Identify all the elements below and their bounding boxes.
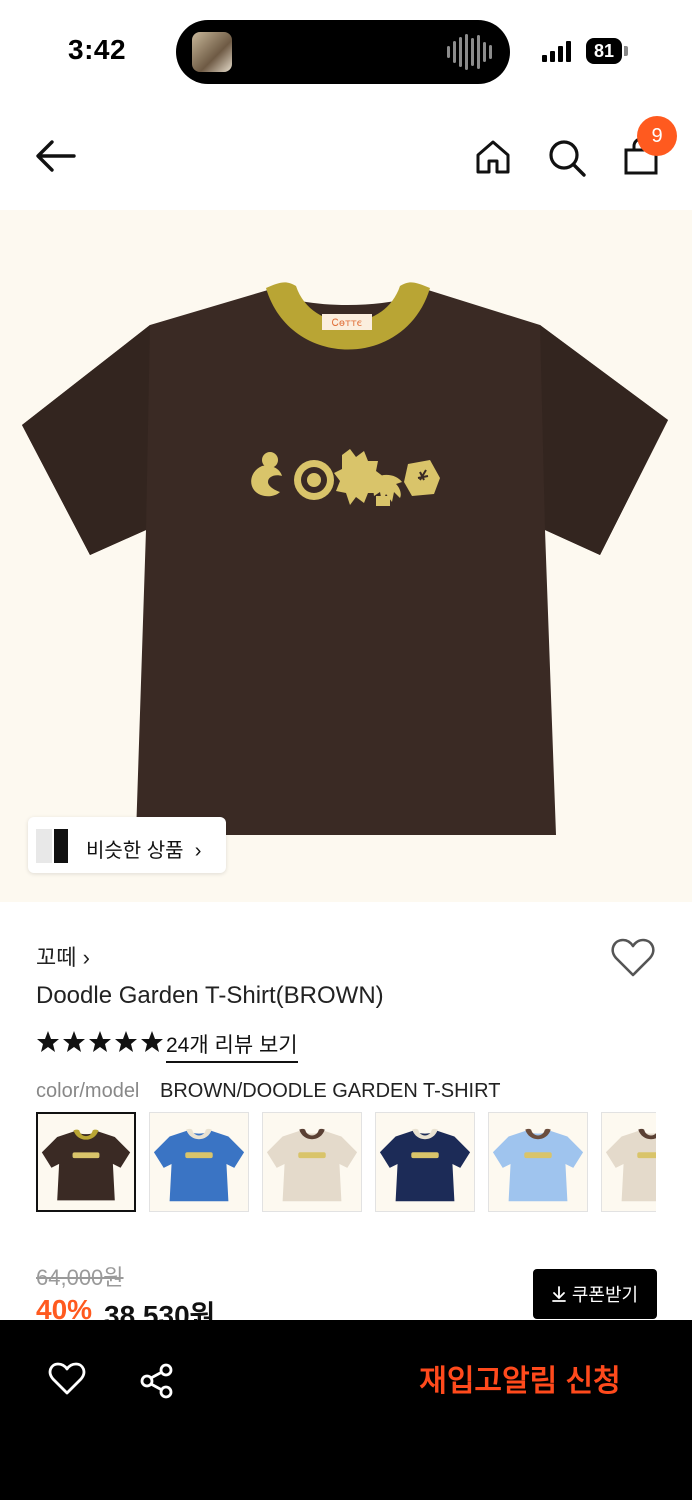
- tshirt-thumbnail: [41, 1129, 131, 1201]
- wishlist-heart-icon[interactable]: [48, 1362, 86, 1396]
- color-variant-navy[interactable]: [375, 1112, 475, 1212]
- original-price: 64,000원: [36, 1265, 124, 1290]
- share-icon[interactable]: [138, 1362, 176, 1400]
- tshirt-thumbnail: [266, 1128, 358, 1202]
- tshirt-thumbnail: [379, 1128, 471, 1202]
- star-icon: [63, 1031, 85, 1052]
- restock-alert-button[interactable]: 재입고알림 신청: [400, 1360, 640, 1404]
- product-title: Doodle Garden T-Shirt(BROWN): [36, 982, 384, 1009]
- star-icon: [89, 1031, 111, 1052]
- chevron-right-icon: ›: [194, 840, 202, 862]
- neck-label-text: Ꮯѳᴛᴛє: [332, 318, 362, 329]
- star-icon: [115, 1031, 137, 1052]
- star-icon: [37, 1031, 59, 1052]
- audio-waveform-icon: [447, 34, 492, 70]
- coupon-button-label: 쿠폰받기: [571, 1285, 639, 1305]
- color-variant-oatmeal[interactable]: [601, 1112, 656, 1212]
- tshirt-thumbnail: [153, 1128, 245, 1202]
- status-time: 3:42: [68, 34, 127, 65]
- similar-products-label: 비슷한 상품 ›: [86, 840, 202, 862]
- brand-link[interactable]: 꼬떼 ›: [36, 940, 90, 972]
- product-image[interactable]: Ꮯѳᴛᴛє: [0, 210, 692, 902]
- similar-product-thumbnail: [36, 829, 68, 863]
- color-variant-list: [36, 1112, 656, 1216]
- wishlist-heart-icon[interactable]: [610, 938, 656, 978]
- tshirt-thumbnail: [605, 1128, 656, 1202]
- tshirt-thumbnail: [492, 1128, 584, 1202]
- color-variant-beige[interactable]: [262, 1112, 362, 1212]
- search-icon[interactable]: [547, 138, 587, 178]
- chevron-right-icon: ›: [82, 945, 90, 970]
- option-label: color/model: [36, 1080, 140, 1102]
- color-variant-brown[interactable]: [36, 1112, 136, 1212]
- option-value: BROWN/DOODLE GARDEN T-SHIRT: [160, 1080, 501, 1102]
- tshirt-illustration: Ꮯѳᴛᴛє: [22, 282, 668, 835]
- battery-icon: 81: [586, 38, 628, 64]
- now-playing-artwork: [192, 32, 232, 72]
- rating-stars: [36, 1030, 164, 1054]
- cart-count-badge: 9: [637, 116, 677, 156]
- coupon-download-button[interactable]: 쿠폰받기: [533, 1269, 657, 1319]
- star-icon: [141, 1031, 163, 1052]
- back-arrow-icon[interactable]: [34, 138, 78, 174]
- review-link[interactable]: 24개 리뷰 보기: [166, 1029, 298, 1063]
- color-variant-blue[interactable]: [149, 1112, 249, 1212]
- bottom-action-bar: [0, 1320, 692, 1500]
- cellular-signal-icon: [542, 40, 571, 62]
- dynamic-island[interactable]: [176, 20, 510, 84]
- download-icon: [551, 1286, 566, 1302]
- color-variant-light-blue[interactable]: [488, 1112, 588, 1212]
- battery-level: 81: [586, 38, 622, 64]
- home-icon[interactable]: [474, 138, 512, 176]
